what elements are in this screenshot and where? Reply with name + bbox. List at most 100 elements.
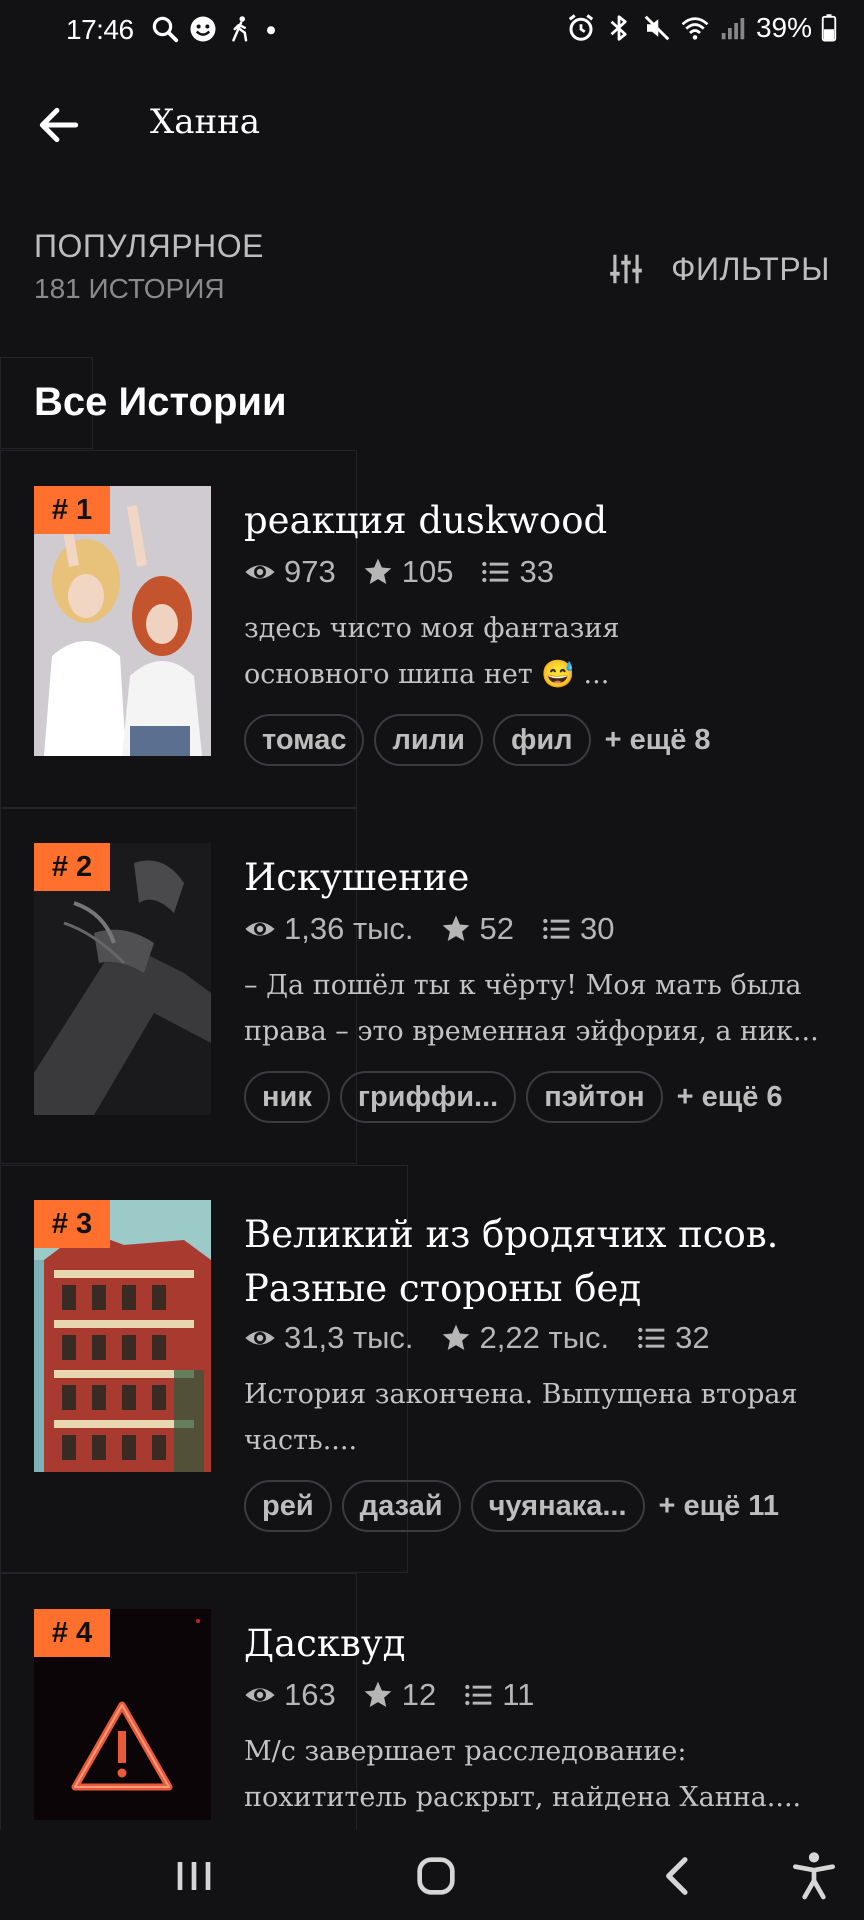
description-line: здесь чисто моя фантазия [244, 613, 620, 644]
filters-label: ФИЛЬТРЫ [671, 250, 830, 287]
parts-stat: 32 [635, 1320, 710, 1356]
page-title: Ханна [150, 102, 261, 142]
tag-chip[interactable]: томас [244, 714, 365, 766]
votes-count: 12 [401, 1677, 437, 1712]
status-right: 39% [566, 12, 838, 44]
parts-count: 11 [502, 1677, 535, 1712]
more-tags[interactable]: + ещё 6 [677, 1081, 783, 1114]
story-card-2[interactable]: # 2 Искушение 1,36 тыс. 52 30 – Да пошёл… [0, 843, 864, 1143]
votes-stat: 12 [362, 1677, 436, 1713]
home-icon [417, 1857, 455, 1895]
app-header: Ханна [0, 88, 864, 160]
votes-stat: 2,22 тыс. [440, 1320, 610, 1356]
list-icon [543, 918, 570, 940]
story-card-1[interactable]: # 1 реакция duskwood 973 105 33 здесь чи… [0, 486, 864, 786]
parts-stat: 33 [479, 554, 554, 590]
star-icon [442, 1324, 469, 1350]
back-button[interactable] [34, 100, 84, 150]
tag-list: томас лили фил + ещё 8 [244, 714, 711, 766]
views-count: 1,36 тыс. [284, 911, 414, 946]
more-tags[interactable]: + ещё 8 [605, 724, 711, 757]
list-icon [465, 1684, 492, 1706]
description-line: права – это временная эйфория, а ник... [244, 1016, 819, 1047]
story-card-4[interactable]: # 4 Дасквуд 163 12 11 М/с завершает расс… [0, 1609, 864, 1830]
description-line: История закончена. Выпущена вторая [244, 1379, 798, 1410]
story-card-3[interactable]: # 3 Великий из бродячих псов. Разные сто… [0, 1200, 864, 1560]
views-count: 973 [284, 554, 336, 589]
description-line: основного шипа нет 😅 ... [244, 659, 610, 690]
tag-chip[interactable]: дазай [341, 1480, 461, 1532]
more-tags[interactable]: + ещё 11 [659, 1490, 779, 1523]
story-title[interactable]: Искушение [244, 851, 834, 905]
face-icon [188, 14, 218, 44]
all-stories-heading: Все Истории [34, 380, 287, 424]
signal-icon [718, 13, 748, 43]
views-stat: 973 [244, 554, 336, 590]
story-title[interactable]: реакция duskwood [244, 494, 834, 548]
parts-count: 32 [675, 1320, 710, 1355]
rank-badge: # 3 [34, 1200, 110, 1248]
dot-icon [264, 14, 278, 44]
tag-chip[interactable]: гриффи... [339, 1071, 517, 1123]
arrow-left-icon [39, 107, 79, 143]
votes-count: 105 [401, 554, 454, 589]
system-back-button[interactable] [650, 1848, 706, 1904]
story-stats: 973 105 33 [244, 554, 554, 590]
rank-badge: # 1 [34, 486, 110, 534]
home-button[interactable] [408, 1848, 464, 1904]
votes-count: 52 [479, 911, 515, 946]
votes-stat: 105 [362, 554, 454, 590]
description-line: М/с завершает расследование: [244, 1736, 687, 1767]
story-description: М/с завершает расследование: похититель … [244, 1729, 844, 1821]
parts-count: 33 [519, 554, 554, 589]
status-bar: 17:46 39% [0, 0, 864, 62]
rank-badge: # 4 [34, 1609, 110, 1657]
tag-chip[interactable]: фил [492, 714, 591, 766]
status-time: 17:46 [66, 14, 134, 45]
story-title[interactable]: Великий из бродячих псов. Разные стороны… [244, 1208, 834, 1316]
tag-chip[interactable]: рей [244, 1480, 332, 1532]
list-icon [482, 561, 509, 583]
tag-chip[interactable]: чуянака... [470, 1480, 645, 1532]
filters-button[interactable]: ФИЛЬТРЫ [607, 250, 830, 288]
star-icon [364, 558, 392, 584]
eye-icon [245, 922, 275, 936]
parts-stat: 11 [462, 1677, 534, 1713]
eye-icon [245, 1688, 275, 1702]
story-description: История закончена. Выпущена вторая часть… [244, 1372, 844, 1464]
story-title[interactable]: Дасквуд [244, 1617, 834, 1671]
eye-icon [245, 565, 275, 579]
walking-icon [226, 14, 256, 44]
story-description: здесь чисто моя фантазия основного шипа … [244, 606, 844, 698]
mute-icon [642, 13, 672, 43]
views-count: 31,3 тыс. [284, 1320, 414, 1355]
views-stat: 1,36 тыс. [244, 911, 414, 947]
search-icon [150, 14, 180, 44]
votes-stat: 52 [440, 911, 514, 947]
recents-button[interactable] [166, 1848, 222, 1904]
accessibility-button[interactable] [786, 1848, 842, 1904]
battery-icon [820, 13, 838, 43]
story-stats: 1,36 тыс. 52 30 [244, 911, 615, 947]
tag-chip[interactable]: пэйтон [526, 1071, 663, 1123]
tag-list: ник гриффи... пэйтон + ещё 6 [244, 1071, 783, 1123]
description-line: – Да пошёл ты к чёрту! Моя мать была [244, 970, 802, 1001]
views-stat: 163 [244, 1677, 336, 1713]
story-stats: 163 12 11 [244, 1677, 534, 1713]
recents-icon [177, 1862, 211, 1890]
parts-stat: 30 [540, 911, 615, 947]
status-left-icons [150, 14, 278, 44]
views-stat: 31,3 тыс. [244, 1320, 414, 1356]
tag-chip[interactable]: ник [244, 1071, 330, 1123]
views-count: 163 [284, 1677, 336, 1712]
parts-count: 30 [580, 911, 615, 946]
star-icon [442, 915, 469, 941]
story-description: – Да пошёл ты к чёрту! Моя мать была пра… [244, 963, 844, 1055]
rank-badge: # 2 [34, 843, 110, 891]
votes-count: 2,22 тыс. [479, 1320, 610, 1355]
list-icon [638, 1327, 665, 1349]
star-icon [364, 1681, 392, 1707]
back-icon [666, 1857, 688, 1895]
tag-chip[interactable]: лили [374, 714, 483, 766]
wifi-icon [680, 13, 710, 43]
